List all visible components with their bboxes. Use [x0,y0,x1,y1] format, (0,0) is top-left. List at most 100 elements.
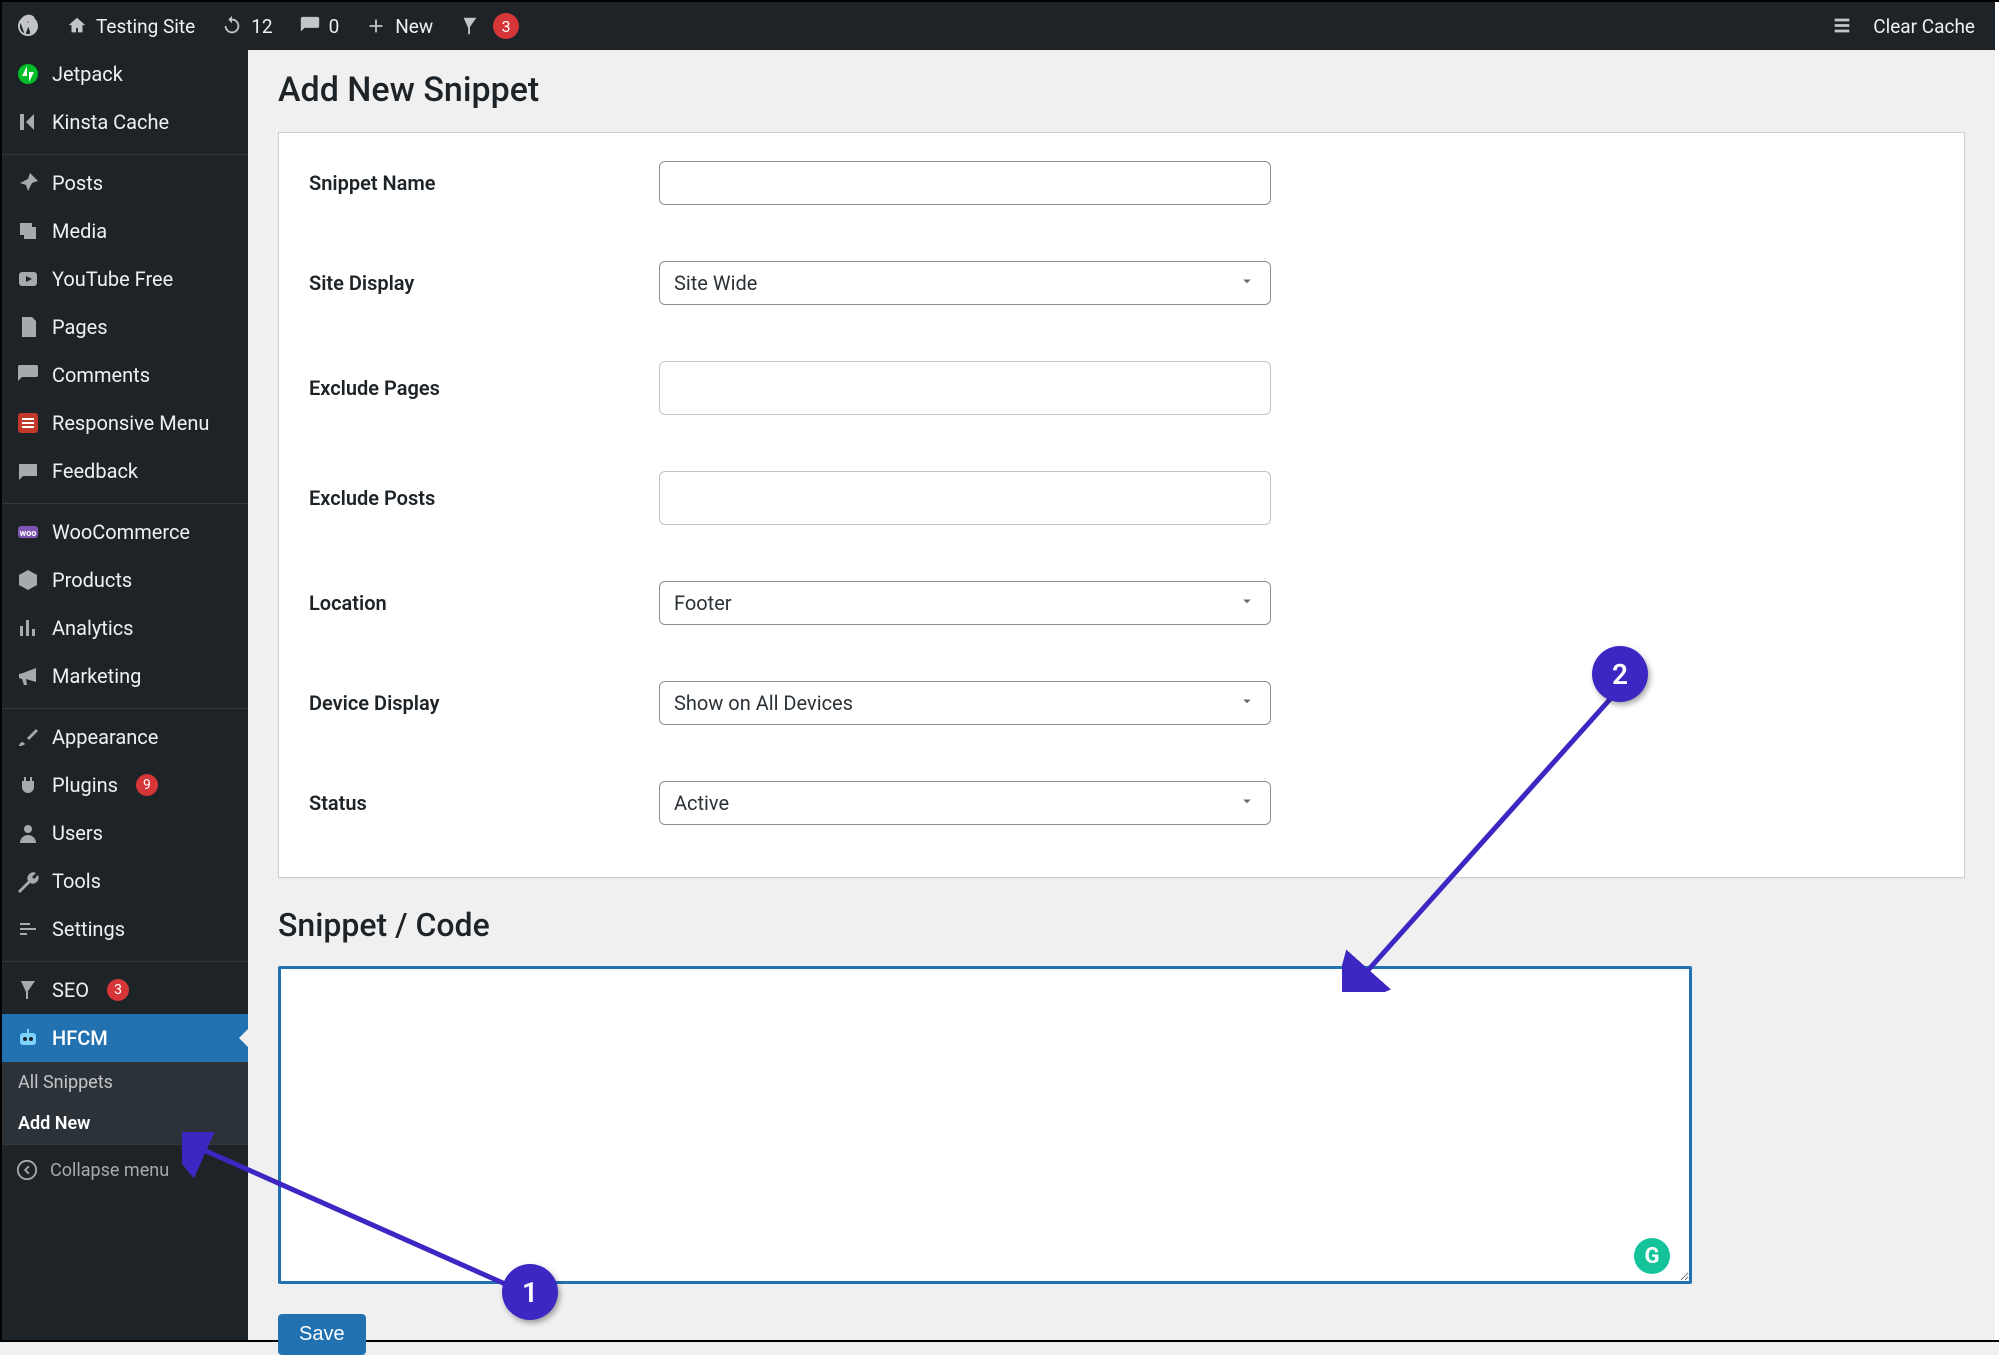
sidebar-item-responsive[interactable]: Responsive Menu [2,399,248,447]
clear-cache-label: Clear Cache [1873,15,1975,38]
admin-bar: Testing Site 12 0 New 3 [2,2,1999,50]
site-display-value: Site Wide [674,271,757,295]
sidebar-item-plugins[interactable]: Plugins 9 [2,761,248,809]
submenu-label: All Snippets [18,1072,113,1093]
sidebar-item-label: Appearance [52,725,158,749]
wp-logo[interactable] [16,14,40,38]
site-display-select[interactable]: Site Wide [659,261,1271,305]
media-icon [16,219,40,243]
sidebar-item-label: Responsive Menu [52,411,209,435]
sidebar-item-pages[interactable]: Pages [2,303,248,351]
sidebar-item-seo[interactable]: SEO 3 [2,961,248,1014]
sidebar-item-label: Feedback [52,459,138,483]
sidebar-item-users[interactable]: Users [2,809,248,857]
submenu-all-snippets[interactable]: All Snippets [2,1062,248,1103]
cache-icon[interactable] [1831,15,1853,37]
sidebar-item-feedback[interactable]: Feedback [2,447,248,495]
sidebar-item-appearance[interactable]: Appearance [2,708,248,761]
plugins-update-count: 9 [136,774,158,796]
updates-count: 12 [251,15,272,38]
status-select[interactable]: Active [659,781,1271,825]
sidebar-item-label: YouTube Free [52,267,173,291]
database-icon [1831,15,1853,37]
sidebar-item-label: Media [52,219,107,243]
megaphone-icon [16,664,40,688]
annotation-arrow-1 [182,1132,562,1302]
exclude-posts-label: Exclude Posts [309,486,659,510]
yoast-icon [16,978,40,1002]
annotation-arrow-2 [1342,682,1642,992]
comment-icon [16,363,40,387]
sidebar-item-analytics[interactable]: Analytics [2,604,248,652]
exclude-posts-input[interactable] [659,471,1271,525]
sidebar-item-media[interactable]: Media [2,207,248,255]
site-title: Testing Site [96,15,195,38]
sidebar-item-label: Products [52,568,132,592]
snippet-settings-card: Snippet Name Site Display Site Wide Excl… [278,132,1965,878]
sidebar-item-comments[interactable]: Comments [2,351,248,399]
brush-icon [16,725,40,749]
plus-icon [365,15,387,37]
sidebar-item-tools[interactable]: Tools [2,857,248,905]
wordpress-icon [16,14,40,38]
save-button[interactable]: Save [278,1314,366,1355]
sidebar-item-label: Kinsta Cache [52,110,169,134]
chevron-down-icon [1238,591,1256,615]
page-title: Add New Snippet [278,70,1965,110]
location-value: Footer [674,591,732,615]
chart-icon [16,616,40,640]
location-label: Location [309,591,659,615]
annotation-badge-2: 2 [1592,646,1648,702]
snippet-name-input[interactable] [659,161,1271,205]
exclude-pages-label: Exclude Pages [309,376,659,400]
sidebar-item-jetpack[interactable]: Jetpack [2,50,248,98]
update-icon [221,15,243,37]
sidebar-item-kinsta[interactable]: Kinsta Cache [2,98,248,146]
box-icon [16,568,40,592]
updates-link[interactable]: 12 [221,15,272,38]
chevron-down-icon [1238,791,1256,815]
exclude-pages-input[interactable] [659,361,1271,415]
comment-icon [299,15,321,37]
sidebar-item-label: Posts [52,171,103,195]
feedback-icon [16,459,40,483]
sidebar-item-label: Pages [52,315,108,339]
yoast-link[interactable]: 3 [459,13,519,39]
sidebar-item-products[interactable]: Products [2,556,248,604]
comments-link[interactable]: 0 [299,15,340,38]
sidebar-item-posts[interactable]: Posts [2,154,248,207]
pin-icon [16,171,40,195]
annotation-badge-1: 1 [502,1264,558,1320]
clear-cache-link[interactable]: Clear Cache [1873,15,1975,38]
chevron-down-icon [1238,271,1256,295]
location-select[interactable]: Footer [659,581,1271,625]
wrench-icon [16,869,40,893]
sidebar-item-hfcm[interactable]: HFCM [2,1014,248,1062]
status-label: Status [309,791,659,815]
sidebar-item-label: Jetpack [52,62,123,86]
sidebar-item-label: Analytics [52,616,134,640]
site-home-link[interactable]: Testing Site [66,15,195,38]
new-content-link[interactable]: New [365,15,433,38]
device-display-select[interactable]: Show on All Devices [659,681,1271,725]
home-icon [66,15,88,37]
comments-count: 0 [329,15,340,38]
sidebar-item-marketing[interactable]: Marketing [2,652,248,700]
sidebar-item-label: Settings [52,917,125,941]
chevron-down-icon [1238,691,1256,715]
sidebar-item-settings[interactable]: Settings [2,905,248,953]
sidebar-item-woocommerce[interactable]: woo WooCommerce [2,503,248,556]
sidebar-item-label: Plugins [52,773,118,797]
woocommerce-icon: woo [16,520,40,544]
sidebar-item-label: Comments [52,363,150,387]
sidebar-item-label: SEO [52,978,89,1002]
sidebar-item-youtube[interactable]: YouTube Free [2,255,248,303]
sidebar-item-label: HFCM [52,1026,108,1050]
yoast-notification-count: 3 [493,13,519,39]
pages-icon [16,315,40,339]
yoast-icon [459,15,481,37]
new-label: New [395,15,433,38]
play-icon [16,267,40,291]
user-icon [16,821,40,845]
site-display-label: Site Display [309,271,659,295]
